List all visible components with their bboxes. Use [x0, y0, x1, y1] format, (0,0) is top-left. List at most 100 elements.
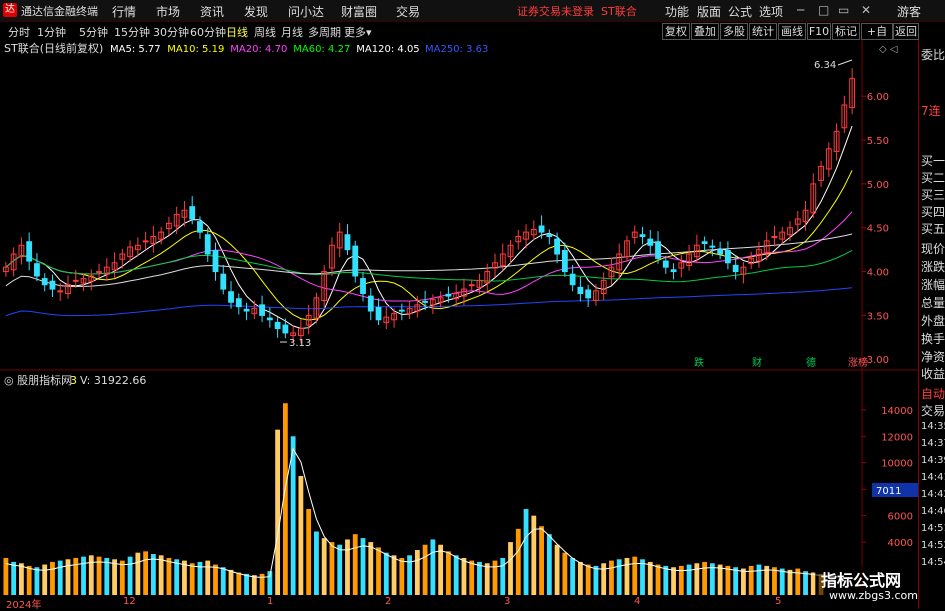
- event-label[interactable]: 涨榜: [848, 356, 868, 369]
- period-multi[interactable]: 多周期: [308, 24, 341, 40]
- volume-bar: [205, 560, 211, 595]
- candle-body: [569, 273, 576, 286]
- menu-layout[interactable]: 版面: [697, 3, 721, 20]
- volume-bar: [508, 542, 513, 595]
- chart-nav-icon[interactable]: ◇ ◁: [879, 44, 898, 55]
- volume-bar: [104, 557, 110, 595]
- turnover-label: 换手: [921, 332, 945, 346]
- candle-body: [282, 324, 289, 334]
- auto-label[interactable]: 自动: [921, 385, 945, 402]
- watermark-title: 指标公式网: [821, 571, 902, 590]
- period-weekly[interactable]: 周线: [254, 24, 276, 40]
- period-60min[interactable]: 60分钟: [190, 24, 226, 40]
- mark-button[interactable]: 标记: [832, 23, 860, 40]
- menu-ask[interactable]: 问小达: [288, 3, 324, 20]
- volume-bar: [787, 569, 793, 595]
- menu-trade[interactable]: 交易: [396, 3, 420, 20]
- period-more[interactable]: 更多▾: [344, 24, 372, 40]
- period-30min[interactable]: 30分钟: [153, 24, 189, 40]
- ma-legend-item: MA20: 4.70: [230, 44, 287, 55]
- period-5min[interactable]: 5分钟: [79, 24, 108, 40]
- volume-bar: [446, 551, 451, 595]
- period-1min[interactable]: 1分钟: [37, 24, 66, 40]
- draw-line-button[interactable]: 画线: [778, 23, 806, 40]
- ma-legend-item: MA10: 5.19: [167, 44, 224, 55]
- x-axis: 2024年 12 1 2 3 4 5: [0, 596, 918, 611]
- candle-body: [72, 279, 79, 282]
- candle-body: [538, 225, 545, 233]
- volume-bar: [469, 560, 475, 595]
- event-label[interactable]: 跌: [694, 356, 704, 369]
- volume-bar: [546, 534, 552, 595]
- candle-body: [360, 278, 366, 294]
- event-label[interactable]: 德: [806, 356, 816, 369]
- bid3-label: 买三: [921, 188, 945, 202]
- volume-bar: [477, 561, 482, 595]
- indicator-value: V: 31922.66: [80, 374, 146, 387]
- volume-bar: [484, 563, 490, 595]
- volume-bar: [515, 528, 521, 595]
- volume-bar: [88, 555, 94, 595]
- add-watchlist-button[interactable]: +自选: [861, 23, 893, 53]
- minimize-icon[interactable]: ─: [797, 3, 804, 17]
- multi-stock-button[interactable]: 多股: [720, 23, 748, 40]
- ma-legend-item: MA250: 3.63: [425, 44, 488, 55]
- stats-button[interactable]: 统计: [749, 23, 777, 40]
- menu-news[interactable]: 资讯: [200, 3, 224, 20]
- volume-bar: [632, 556, 638, 595]
- candle-body: [554, 238, 561, 255]
- overlay-button[interactable]: 叠加: [691, 23, 719, 40]
- y-tick-label: 3.50: [867, 311, 889, 322]
- volume-bar: [640, 559, 645, 595]
- menu-options[interactable]: 选项: [759, 3, 783, 20]
- menu-wealth[interactable]: 财富圈: [341, 3, 377, 20]
- restore-icon[interactable]: ▭: [838, 3, 849, 17]
- trade-label[interactable]: 交易: [921, 402, 945, 419]
- volume-bar: [616, 559, 622, 595]
- volume-bar: [127, 556, 133, 595]
- candle-body: [701, 241, 708, 245]
- volume-bar: [368, 542, 374, 595]
- menu-discover[interactable]: 发现: [244, 3, 268, 20]
- menu-quotes[interactable]: 行情: [112, 3, 136, 20]
- guest-link[interactable]: 游客: [897, 3, 921, 20]
- candle-body: [34, 263, 40, 277]
- maximize-icon[interactable]: □: [818, 3, 829, 17]
- volume-bar: [189, 563, 195, 595]
- period-15min[interactable]: 15分钟: [114, 24, 150, 40]
- volume-bar: [376, 547, 381, 595]
- candle-body: [732, 264, 739, 273]
- kline-chart[interactable]: ST联合(日线前复权) MA5: 5.77 MA10: 5.19 MA20: 4.7…: [0, 40, 918, 596]
- candle-body: [41, 278, 48, 286]
- volume-bar: [158, 555, 164, 595]
- ma-legend-item: MA5: 5.77: [110, 44, 161, 55]
- x-tick: 2: [385, 596, 392, 607]
- period-daily[interactable]: 日线: [226, 24, 248, 40]
- volume-bar: [391, 555, 397, 595]
- event-label[interactable]: 财: [752, 356, 762, 369]
- quote-panel: 委比 7连 买一 买二 买三 买四 买五 现价 涨跌 涨幅 总量 外盘 换手 净…: [918, 40, 945, 609]
- volume-bar: [65, 559, 71, 595]
- volume-label: 总量: [921, 296, 945, 310]
- volume-bar: [539, 526, 544, 595]
- volume-bar: [453, 555, 459, 595]
- close-icon[interactable]: ✕: [861, 3, 871, 17]
- candle-body: [709, 245, 716, 248]
- login-status[interactable]: 证券交易未登录 ST联合: [517, 3, 637, 19]
- f10-button[interactable]: F10: [807, 23, 831, 40]
- period-monthly[interactable]: 月线: [281, 24, 303, 40]
- candle-body: [220, 273, 227, 290]
- adjust-button[interactable]: 复权: [662, 23, 690, 40]
- ma-legend-item: MA120: 4.05: [356, 44, 419, 55]
- x-tick: 12: [123, 596, 136, 607]
- menu-function[interactable]: 功能: [665, 3, 689, 20]
- menu-market[interactable]: 市场: [156, 3, 180, 20]
- period-tick[interactable]: 分时: [8, 24, 30, 40]
- volume-bar: [748, 565, 754, 595]
- menu-formula[interactable]: 公式: [728, 3, 752, 20]
- back-button[interactable]: 返回: [893, 23, 919, 40]
- volume-bar: [756, 564, 762, 595]
- indicator-param: 3: [70, 374, 77, 387]
- candle-body: [647, 238, 654, 246]
- volume-bar: [81, 556, 86, 595]
